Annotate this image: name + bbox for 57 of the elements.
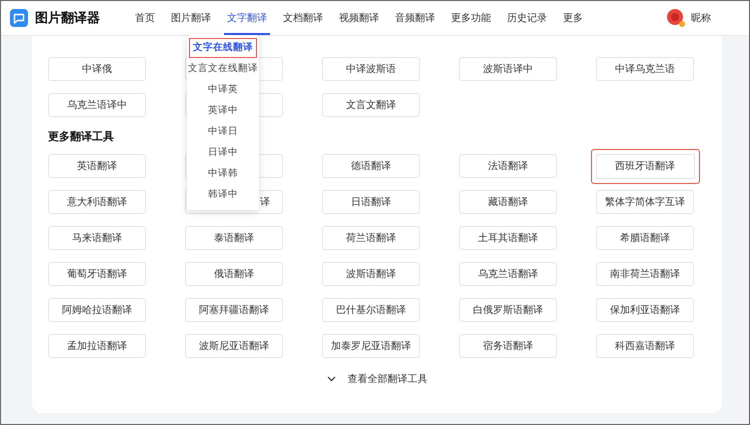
translate-tool-button[interactable]: 宿务语翻译: [459, 334, 557, 358]
translate-tool-button[interactable]: 加泰罗尼亚语翻译: [322, 334, 420, 358]
menu-item[interactable]: 中译英: [204, 80, 242, 100]
app-name: 图片翻译器: [35, 10, 100, 27]
translate-tool-button[interactable]: 俄语翻译: [185, 262, 283, 286]
nav-item[interactable]: 图片翻译: [168, 1, 214, 35]
translate-tool-button[interactable]: 中译俄: [48, 57, 146, 81]
translate-tool-button[interactable]: 南非荷兰语翻译: [596, 262, 694, 286]
translate-tool-button[interactable]: 希腊语翻译: [596, 226, 694, 250]
menu-item[interactable]: 日译中: [204, 143, 242, 163]
nav-item[interactable]: 文档翻译: [280, 1, 326, 35]
translate-tool-button[interactable]: 波斯语翻译: [322, 262, 420, 286]
translate-tool-button[interactable]: 藏语翻译: [459, 190, 557, 214]
translate-tool-button[interactable]: 中译波斯语: [322, 57, 420, 81]
translate-tool-button[interactable]: 法语翻译: [459, 154, 557, 178]
translate-tool-button[interactable]: 葡萄牙语翻译: [48, 262, 146, 286]
translate-tool-button[interactable]: 白俄罗斯语翻译: [459, 298, 557, 322]
menu-item[interactable]: 中译韩: [204, 164, 242, 184]
translate-tool-button[interactable]: 日语翻译: [322, 190, 420, 214]
translate-tool-button[interactable]: 巴什基尔语翻译: [322, 298, 420, 322]
translate-tool-button[interactable]: 中译乌克兰语: [596, 57, 694, 81]
translate-tool-button[interactable]: 西班牙语翻译: [590, 148, 700, 184]
translate-tool-button[interactable]: 孟加拉语翻译: [48, 334, 146, 358]
menu-item[interactable]: 韩译中: [204, 185, 242, 205]
translate-tool-button[interactable]: 土耳其语翻译: [459, 226, 557, 250]
nav-item[interactable]: 音频翻译: [392, 1, 438, 35]
translate-tool-button[interactable]: 英语翻译: [48, 154, 146, 178]
translate-tool-button[interactable]: 马来语翻译: [48, 226, 146, 250]
chevron-down-icon: [326, 376, 336, 382]
avatar-icon[interactable]: [666, 8, 686, 28]
translate-tool-button[interactable]: 阿姆哈拉语翻译: [48, 298, 146, 322]
nav-item[interactable]: 更多功能: [448, 1, 494, 35]
logo-icon: [10, 9, 28, 27]
translate-tool-button[interactable]: 繁体字简体字互译: [596, 190, 694, 214]
section-title: 更多翻译工具: [48, 129, 114, 144]
show-all-link[interactable]: 查看全部翻译工具: [326, 372, 428, 386]
user-name[interactable]: 昵称: [691, 11, 711, 25]
menu-item[interactable]: 文言文在线翻译: [184, 59, 262, 79]
translate-tool-button[interactable]: 意大利语翻译: [48, 190, 146, 214]
menu-item[interactable]: 中译日: [204, 122, 242, 142]
translate-tool-button[interactable]: 波斯语译中: [459, 57, 557, 81]
translate-tool-button[interactable]: 保加利亚语翻译: [596, 298, 694, 322]
menu-item[interactable]: 英译中: [204, 101, 242, 121]
translate-tool-button[interactable]: 波斯尼亚语翻译: [185, 334, 283, 358]
nav-item[interactable]: 更多: [560, 1, 586, 35]
nav-item[interactable]: 视频翻译: [336, 1, 382, 35]
translate-tool-button[interactable]: 荷兰语翻译: [322, 226, 420, 250]
translate-tool-button[interactable]: 文言文翻译: [322, 93, 420, 117]
translate-tool-button[interactable]: 乌克兰语译中: [48, 93, 146, 117]
nav-item[interactable]: 首页: [132, 1, 158, 35]
nav-item[interactable]: 历史记录: [504, 1, 550, 35]
translate-tool-button[interactable]: 泰语翻译: [185, 226, 283, 250]
translate-tool-button[interactable]: 乌克兰语翻译: [459, 262, 557, 286]
menu-item[interactable]: 文字在线翻译: [189, 38, 257, 58]
translate-tool-button[interactable]: 阿塞拜疆语翻译: [185, 298, 283, 322]
translate-tool-button[interactable]: 科西嘉语翻译: [596, 334, 694, 358]
translate-tool-button[interactable]: 德语翻译: [322, 154, 420, 178]
